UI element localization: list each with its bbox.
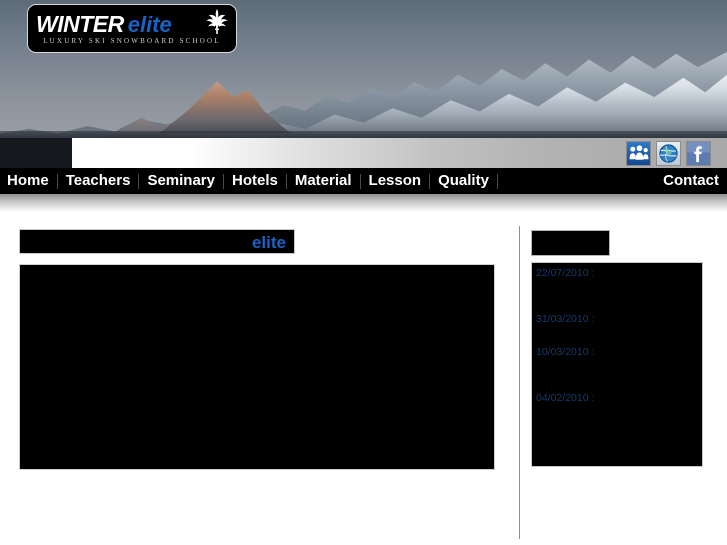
- nav-item-seminary[interactable]: Seminary: [139, 172, 224, 189]
- facebook-icon[interactable]: [686, 141, 711, 166]
- nav-item-lesson[interactable]: Lesson: [361, 172, 431, 189]
- logo-brand-primary: WINTER: [36, 11, 124, 37]
- main-navigation: Home Teachers Seminary Hotels Material L…: [0, 168, 727, 194]
- content-title-bar: elite: [19, 229, 295, 254]
- nav-item-hotels[interactable]: Hotels: [224, 172, 287, 189]
- logo-tagline: LUXURY SKI SNOWBOARD SCHOOL: [43, 37, 221, 45]
- myspace-icon[interactable]: [626, 141, 651, 166]
- globe-icon[interactable]: [656, 141, 681, 166]
- sidebar-heading: [531, 230, 610, 256]
- news-spacer: [534, 359, 702, 382]
- fleur-de-lis-icon: [206, 9, 228, 34]
- nav-underline-gradient: [0, 194, 727, 212]
- strip-left-filler: [0, 138, 72, 168]
- nav-item-teachers[interactable]: Teachers: [58, 172, 140, 189]
- nav-item-contact[interactable]: Contact: [655, 172, 727, 189]
- news-spacer: [534, 326, 702, 336]
- news-panel: 22/07/2010 : 31/03/2010 : 10/03/2010 : 0…: [531, 262, 703, 467]
- news-item-date[interactable]: 10/03/2010 :: [534, 346, 702, 359]
- news-spacer: [534, 280, 702, 303]
- nav-item-home[interactable]: Home: [0, 172, 58, 189]
- news-spacer: [534, 303, 702, 313]
- news-item-date[interactable]: 31/03/2010 :: [534, 313, 702, 326]
- logo-brand-secondary: elite: [127, 11, 172, 37]
- news-spacer: [534, 336, 702, 346]
- main-content-text: [20, 265, 494, 273]
- news-spacer: [534, 382, 702, 392]
- social-links: [626, 141, 711, 166]
- nav-item-quality[interactable]: Quality: [430, 172, 498, 189]
- main-content-panel: [19, 264, 495, 470]
- content-title-accent: elite: [251, 233, 286, 252]
- logo-wordmark: WINTER elite: [36, 11, 232, 37]
- nav-item-material[interactable]: Material: [287, 172, 361, 189]
- news-item-date[interactable]: 22/07/2010 :: [534, 267, 702, 280]
- column-divider: [519, 226, 520, 539]
- site-logo[interactable]: WINTER elite LUXURY SKI SNOWBOARD SCHOOL: [27, 4, 237, 53]
- news-item-date[interactable]: 04/02/2010 :: [534, 392, 702, 405]
